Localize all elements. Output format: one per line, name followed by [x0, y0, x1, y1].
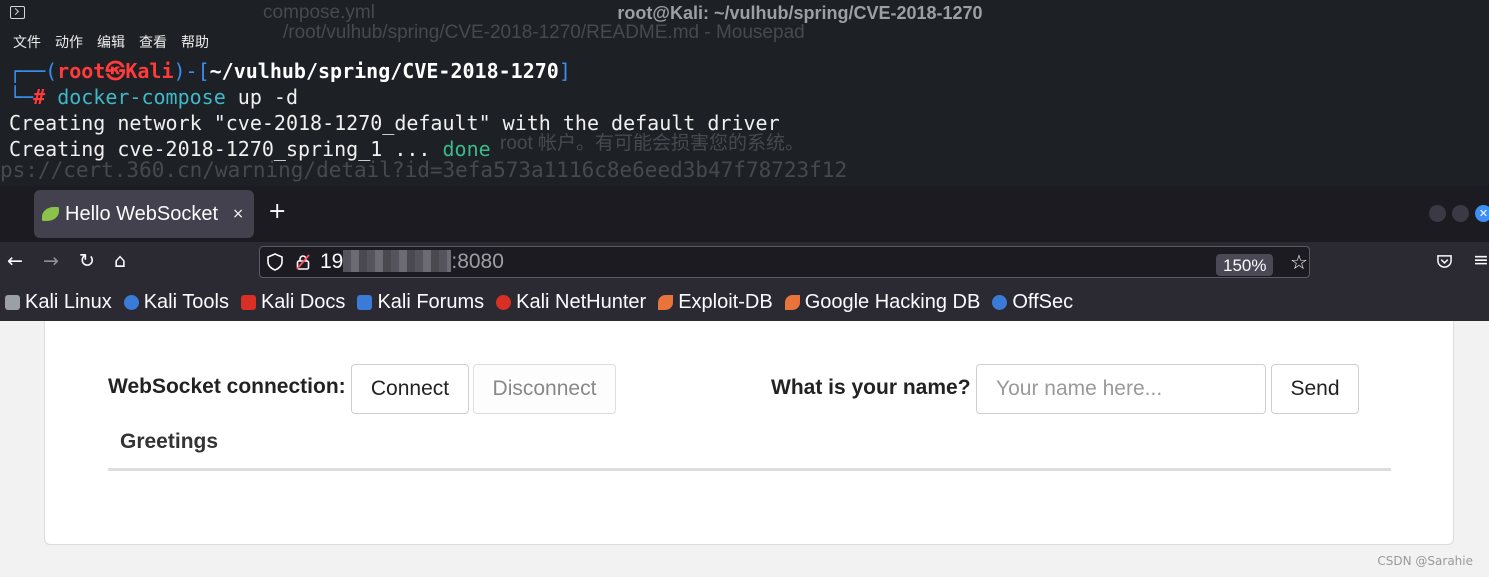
offsec-icon [992, 295, 1008, 310]
menu-action[interactable]: 动作 [55, 32, 83, 52]
name-input[interactable] [976, 364, 1266, 414]
nethunter-icon [496, 295, 512, 310]
home-icon[interactable]: ⌂ [114, 250, 126, 272]
window-close-button[interactable]: ✕ [1475, 205, 1489, 222]
prompt-path: ~/vulhub/spring/CVE-2018-1270 [209, 59, 559, 83]
tab-bar: Hello WebSocket × + ✕ [0, 186, 1489, 242]
exploit-db-icon [658, 295, 674, 310]
bookmark-kali-forums[interactable]: Kali Forums [357, 291, 484, 314]
greetings-heading: Greetings [120, 430, 219, 453]
tab-hello-websocket[interactable]: Hello WebSocket × [34, 190, 254, 238]
page-content: WebSocket connection: Connect Disconnect… [44, 321, 1454, 545]
bookmark-star-icon[interactable]: ☆ [1290, 250, 1308, 274]
menu-icon[interactable]: ≡ [1473, 249, 1489, 271]
ghdb-icon [784, 295, 800, 310]
done-status: done [442, 137, 491, 161]
navigation-bar: ← → ↻ ⌂ 19:8080 150% ☆ ≡ [0, 242, 1489, 284]
pocket-icon[interactable] [1436, 254, 1453, 269]
command-line: └─# docker-compose up -d [9, 85, 299, 109]
url-bar[interactable]: 19:8080 150% ☆ [259, 246, 1310, 278]
terminal-menubar: 文件 动作 编辑 查看 帮助 [13, 32, 209, 52]
bookmarks-toolbar: Kali Linux Kali Tools Kali Docs Kali For… [0, 284, 1489, 321]
close-icon[interactable]: × [232, 206, 244, 222]
back-icon[interactable]: ← [7, 250, 23, 272]
bookmark-kali-docs[interactable]: Kali Docs [240, 291, 345, 314]
kali-dragon-icon [5, 295, 20, 310]
send-button[interactable]: Send [1271, 364, 1359, 414]
browser-chrome: Hello WebSocket × + ✕ ← → ↻ ⌂ 19:8080 15… [0, 186, 1489, 321]
terminal-window: compose.yml /root/vulhub/spring/CVE-2018… [0, 0, 1489, 186]
kali-docs-icon [240, 295, 256, 310]
bookmark-exploit-db[interactable]: Exploit-DB [658, 291, 773, 314]
prompt-skull: ㉿ [105, 59, 126, 83]
minimize-button[interactable] [1429, 205, 1446, 222]
redacted-ip [343, 250, 452, 272]
websocket-connection-label: WebSocket connection: [108, 375, 346, 398]
command-name: docker-compose [57, 85, 226, 109]
url-text[interactable]: 19:8080 [320, 250, 504, 274]
name-label: What is your name? [771, 376, 971, 399]
command-args: up -d [225, 85, 299, 109]
terminal-titlebar: root@Kali: ~/vulhub/spring/CVE-2018-1270 [0, 0, 1489, 28]
new-tab-button[interactable]: + [268, 199, 286, 224]
menu-edit[interactable]: 编辑 [97, 32, 125, 52]
tracking-shield-icon[interactable] [267, 253, 283, 271]
disconnect-button[interactable]: Disconnect [473, 364, 616, 414]
menu-view[interactable]: 查看 [139, 32, 167, 52]
bookmark-kali-tools[interactable]: Kali Tools [123, 291, 229, 314]
bookmark-google-hacking-db[interactable]: Google Hacking DB [784, 291, 980, 314]
watermark: CSDN @Sarahie [1377, 554, 1473, 568]
kali-tools-icon [123, 295, 139, 310]
prompt-line: ┌──(root㉿Kali)-[~/vulhub/spring/CVE-2018… [9, 59, 571, 83]
terminal-title: root@Kali: ~/vulhub/spring/CVE-2018-1270 [617, 3, 983, 23]
forward-icon[interactable]: → [43, 250, 59, 272]
maximize-button[interactable] [1452, 205, 1469, 222]
output-line: Creating network "cve-2018-1270_default"… [9, 111, 780, 135]
bookmark-kali-linux[interactable]: Kali Linux [5, 291, 112, 314]
reload-icon[interactable]: ↻ [79, 250, 95, 272]
prompt-hash: # [33, 85, 46, 109]
kali-forums-icon [357, 295, 373, 310]
connect-button[interactable]: Connect [351, 364, 469, 414]
terminal-output[interactable]: ┌──(root㉿Kali)-[~/vulhub/spring/CVE-2018… [9, 58, 780, 162]
zoom-level[interactable]: 150% [1216, 254, 1274, 276]
spring-leaf-icon [42, 207, 59, 221]
menu-help[interactable]: 帮助 [181, 32, 209, 52]
bookmark-kali-nethunter[interactable]: Kali NetHunter [496, 291, 646, 314]
output-line: Creating cve-2018-1270_spring_1 ... done [9, 137, 491, 161]
menu-file[interactable]: 文件 [13, 32, 41, 52]
greetings-divider [108, 468, 1391, 471]
prompt-user: root [57, 59, 106, 83]
insecure-lock-icon[interactable] [296, 254, 310, 270]
tab-title: Hello WebSocket [65, 202, 219, 225]
prompt-host: Kali [125, 59, 174, 83]
bookmark-offsec[interactable]: OffSec [992, 291, 1073, 314]
